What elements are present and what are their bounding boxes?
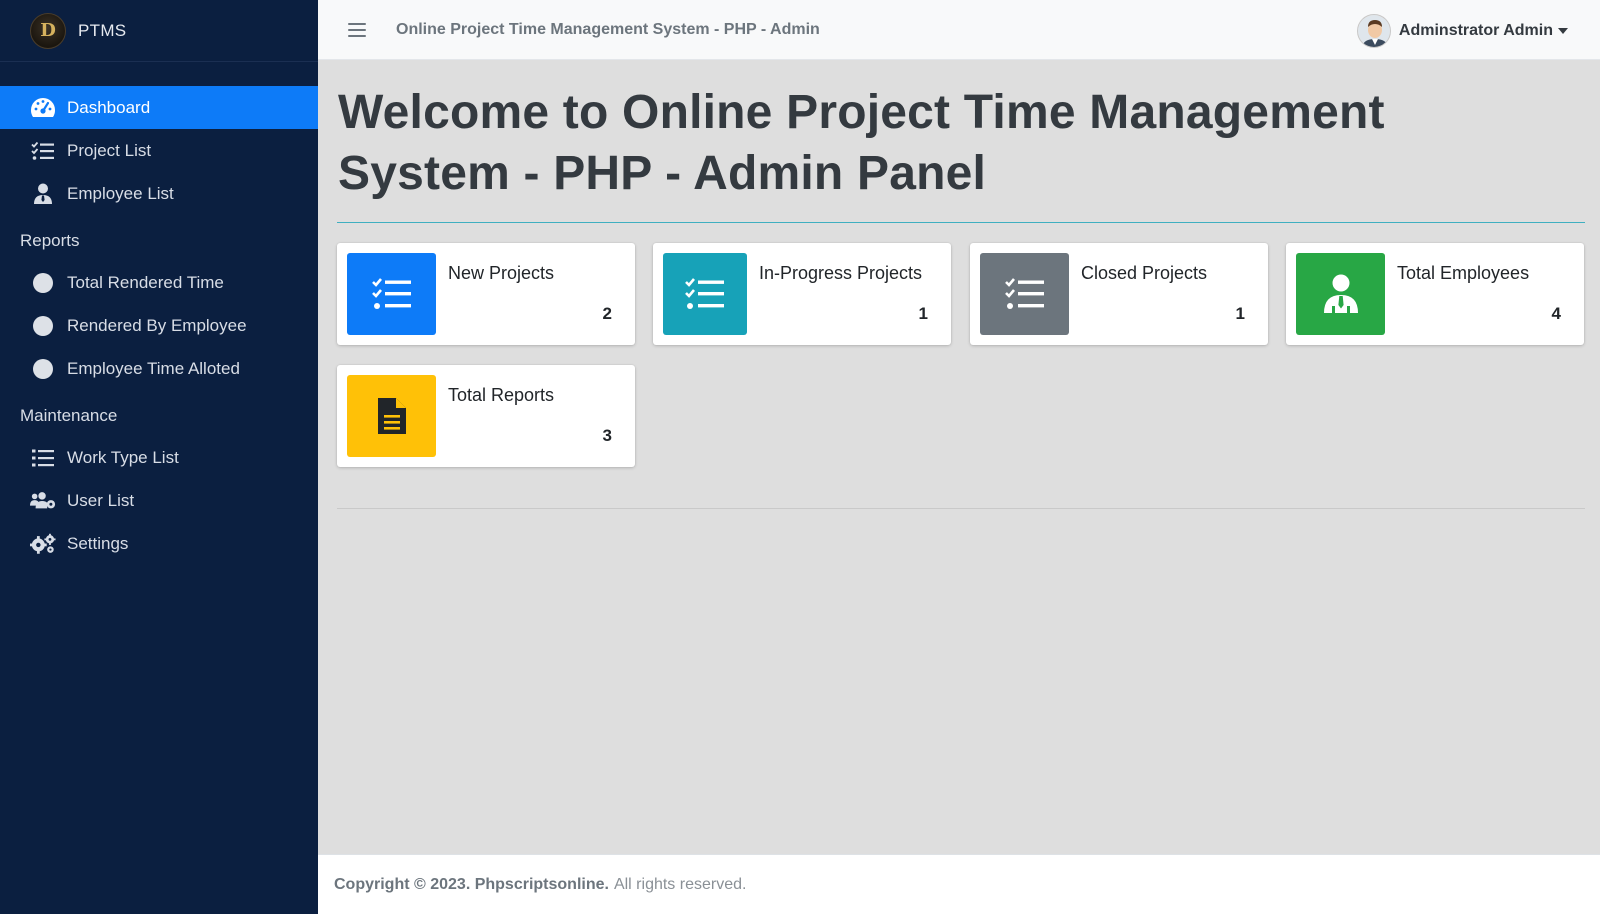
top-navbar: Online Project Time Management System - … xyxy=(318,0,1600,60)
sidebar-item-label: Work Type List xyxy=(67,447,179,467)
list-icon xyxy=(30,445,56,471)
sidebar-item-dashboard[interactable]: Dashboard xyxy=(0,86,318,129)
user-tie-icon xyxy=(30,181,56,207)
divider xyxy=(337,222,1585,223)
info-box-value: 3 xyxy=(602,426,612,445)
info-box-label: Total Reports xyxy=(448,385,555,405)
circle-icon xyxy=(30,313,56,339)
user-tie-icon xyxy=(1296,253,1385,335)
brand-link[interactable]: D PTMS xyxy=(0,0,318,62)
sidebar-item-label: Settings xyxy=(67,533,129,553)
user-menu-dropdown[interactable]: Adminstrator Admin xyxy=(1356,14,1568,48)
footer: Copyright © 2023. Phpscriptsonline. All … xyxy=(318,854,1600,914)
sidebar-item-total-rendered-time[interactable]: Total Rendered Time xyxy=(0,261,318,304)
sidebar-item-label: Project List xyxy=(67,140,152,160)
sidebar-nav: Dashboard Project List Employee List Rep… xyxy=(0,86,318,565)
sidebar-item-project-list[interactable]: Project List xyxy=(0,129,318,172)
footer-copyright: Copyright © 2023. Phpscriptsonline. xyxy=(334,875,609,893)
info-box-value: 1 xyxy=(918,304,928,323)
info-box-total-reports[interactable]: Total Reports 3 xyxy=(337,365,635,467)
user-name: Adminstrator Admin xyxy=(1398,22,1553,39)
tasks-icon xyxy=(663,253,747,335)
sidebar-item-label: Total Rendered Time xyxy=(67,272,224,292)
divider xyxy=(337,508,1585,509)
sidebar-item-label: User List xyxy=(67,490,135,510)
sidebar-header-reports: Reports xyxy=(20,231,80,250)
brand-name: PTMS xyxy=(78,20,127,40)
file-alt-icon xyxy=(347,375,436,457)
caret-down-icon xyxy=(1558,28,1568,34)
brand-logo: D xyxy=(30,12,66,49)
sidebar-item-label: Dashboard xyxy=(67,97,151,117)
sidebar-item-label: Employee Time Alloted xyxy=(67,358,240,378)
sidebar-item-label: Rendered By Employee xyxy=(67,315,247,335)
main-content: Welcome to Online Project Time Managemen… xyxy=(318,60,1600,854)
sidebar-item-employee-list[interactable]: Employee List xyxy=(0,172,318,215)
cogs-icon xyxy=(30,531,56,557)
sidebar-item-employee-time-alloted[interactable]: Employee Time Alloted xyxy=(0,347,318,390)
tasks-icon xyxy=(347,253,436,335)
info-box-value: 4 xyxy=(1551,304,1561,323)
sidebar: D PTMS Dashboard Project List Employee L… xyxy=(0,0,318,914)
info-box-label: Total Employees xyxy=(1397,263,1530,283)
info-box-total-employees[interactable]: Total Employees 4 xyxy=(1286,243,1584,345)
circle-icon xyxy=(30,270,56,296)
page-title: Welcome to Online Project Time Managemen… xyxy=(338,86,1385,200)
avatar xyxy=(1356,14,1391,48)
sidebar-item-work-type-list[interactable]: Work Type List xyxy=(0,436,318,479)
info-box-label: New Projects xyxy=(448,263,555,283)
info-box-closed-projects[interactable]: Closed Projects 1 xyxy=(970,243,1268,345)
sidebar-item-settings[interactable]: Settings xyxy=(0,522,318,565)
info-box-value: 1 xyxy=(1235,304,1245,323)
footer-rights: All rights reserved. xyxy=(613,875,747,893)
sidebar-item-label: Employee List xyxy=(67,183,174,203)
hamburger-menu-icon[interactable] xyxy=(348,22,366,37)
info-box-label: Closed Projects xyxy=(1081,263,1208,283)
dashboard-gauge-icon xyxy=(30,95,56,121)
users-cog-icon xyxy=(30,488,56,514)
tasks-icon xyxy=(980,253,1069,335)
sidebar-header-maintenance: Maintenance xyxy=(20,406,118,425)
info-box-new-projects[interactable]: New Projects 2 xyxy=(337,243,635,345)
sidebar-item-rendered-by-employee[interactable]: Rendered By Employee xyxy=(0,304,318,347)
tasks-list-icon xyxy=(30,138,56,164)
info-box-value: 2 xyxy=(602,304,612,323)
info-box-in-progress-projects[interactable]: In-Progress Projects 1 xyxy=(653,243,951,345)
info-box-label: In-Progress Projects xyxy=(759,263,923,283)
sidebar-item-user-list[interactable]: User List xyxy=(0,479,318,522)
top-title: Online Project Time Management System - … xyxy=(396,20,820,38)
circle-icon xyxy=(30,356,56,382)
